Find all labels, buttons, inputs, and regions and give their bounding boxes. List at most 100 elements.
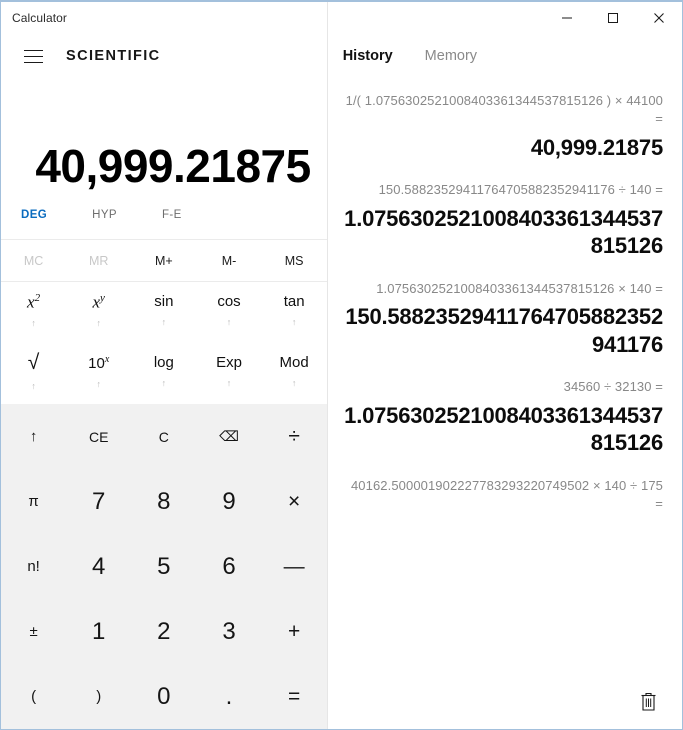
factorial-button[interactable]: n! [1,534,66,599]
function-button-label: Mod [279,354,309,371]
function-button-label: log [153,354,174,371]
arrow-up-icon: ↑ [291,317,297,327]
window-title: Calculator [12,11,68,25]
history-expression: 1/( 1.0756302521008403361344537815126 ) … [345,93,663,127]
function-button-label: Exp [216,354,242,371]
memory-button-mc: MC [23,253,44,268]
history-expression: 34560 ÷ 32130 = [563,379,663,395]
x-squared-button[interactable]: x2 ↑ [1,282,66,343]
history-item[interactable]: 40162.500001902227783293220749502 × 140 … [340,477,663,514]
x-power-y-button[interactable]: xy ↑ [66,282,131,343]
function-button-label: 10x [88,353,110,372]
pi-button[interactable]: π [1,469,66,534]
subtract-button[interactable]: — [262,534,327,599]
tab-memory[interactable]: Memory [423,45,479,67]
memory-button-m[interactable]: M- [196,240,261,281]
history-item[interactable]: 34560 ÷ 32130 = 1.07563025210084033613445… [340,378,663,456]
clear-entry-button[interactable]: CE [66,404,131,469]
digit-2-button[interactable]: 2 [131,599,196,664]
title-bar: Calculator [1,2,327,34]
history-item[interactable]: 1.0756302521008403361344537815126 × 140 … [340,280,663,358]
arrow-up-icon: ↑ [31,381,36,391]
maximize-icon[interactable] [590,2,636,34]
page-title: SCIENTIFIC [66,48,161,64]
arrow-up-icon: ↑ [291,378,297,388]
digit-8-button[interactable]: 8 [131,469,196,534]
memory-button-row: MC MR M+ M- MS [1,240,327,282]
history-result: 1.0756302521008403361344537815126 [344,205,663,259]
history-list: 1/( 1.0756302521008403361344537815126 ) … [328,78,682,729]
tan-button[interactable]: tan ↑ [262,282,327,343]
function-button-label: xy [92,291,105,312]
arrow-up-icon: ↑ [161,378,167,388]
history-expression: 40162.500001902227783293220749502 × 140 … [350,477,663,512]
digit-9-button[interactable]: 9 [196,469,261,534]
history-item[interactable]: 150.58823529411764705882352941176 ÷ 140 … [340,181,663,259]
function-button-label: sin [154,293,174,310]
log-button[interactable]: log ↑ [131,343,196,404]
function-button-label: cos [217,293,241,310]
equals-button[interactable]: = [262,664,327,729]
calculator-window: Calculator SCIENTIFIC 40,999.21875 DEG HY… [0,0,683,730]
function-button-label: tan [283,293,305,310]
trash-icon[interactable] [630,683,666,719]
hamburger-menu-icon[interactable] [13,39,53,73]
tab-history[interactable]: History [341,45,395,67]
history-expression: 1.0756302521008403361344537815126 × 140 … [376,280,663,296]
add-button[interactable]: + [262,599,327,664]
digit-6-button[interactable]: 6 [196,534,261,599]
mode-toggle-f-e[interactable]: F-E [156,205,188,225]
multiply-button[interactable]: × [262,469,327,534]
history-item[interactable]: 1/( 1.0756302521008403361344537815126 ) … [340,92,664,161]
digit-1-button[interactable]: 1 [66,599,131,664]
arrow-up-icon: ↑ [96,318,101,329]
memory-button-m[interactable]: M+ [131,240,196,281]
shift-up-button[interactable]: ↑ [1,404,66,469]
mode-toggle-hyp[interactable]: HYP [86,205,123,225]
mod-button[interactable]: Mod ↑ [262,343,327,404]
divide-button[interactable]: ÷ [262,404,327,469]
digit-5-button[interactable]: 5 [131,534,196,599]
decimal-point-button[interactable]: . [196,664,261,729]
arrow-up-icon: ↑ [31,318,36,329]
function-button-grid: x2 ↑ xy ↑ sin ↑ cos ↑ tan ↑ √ ↑ 10x ↑ log ↑ Exp ↑ Mod ↑ [1,282,327,404]
plus-minus-button[interactable]: ± [1,599,66,664]
digit-4-button[interactable]: 4 [66,534,131,599]
function-button-label: x2 [27,291,41,312]
keypad-grid: ↑ CE C ⌫ ÷ π 7 8 9 × n! 4 5 6— ±1 2 3 + () 0. = [1,404,327,729]
exp-button[interactable]: Exp ↑ [196,343,261,404]
arrow-up-icon: ↑ [161,317,167,327]
history-result: 150.58823529411764705882352941176 [345,304,663,357]
history-pane: History Memory 1/( 1.07563025210084033613… [327,2,682,729]
display-value: 40,999.21875 [35,139,311,192]
arrow-up-icon: ↑ [226,378,232,388]
digit-0-button[interactable]: 0 [131,664,196,729]
memory-button-ms[interactable]: MS [262,240,327,281]
open-paren-button[interactable]: ( [1,664,66,729]
history-result: 40,999.21875 [530,134,663,160]
digit-7-button[interactable]: 7 [66,469,131,534]
square-root-button[interactable]: √ ↑ [1,343,66,404]
cos-button[interactable]: cos ↑ [196,282,261,343]
close-paren-button[interactable]: ) [66,664,131,729]
close-icon[interactable] [636,2,682,34]
display-area: 40,999.21875 [1,78,327,190]
window-controls [328,2,682,34]
mode-toggle-row: DEG HYP F-E [1,190,327,240]
backspace-button[interactable]: ⌫ [196,404,261,469]
arrow-up-icon: ↑ [96,378,101,389]
sin-button[interactable]: sin ↑ [131,282,196,343]
minimize-icon[interactable] [544,2,590,34]
history-memory-tabs: History Memory [328,34,682,78]
clear-button[interactable]: C [131,404,196,469]
function-button-label: √ [27,351,40,374]
history-result: 1.0756302521008403361344537815126 [344,402,663,456]
mode-toggle-deg[interactable]: DEG [15,205,53,225]
arrow-up-icon: ↑ [226,317,232,327]
history-expression: 150.58823529411764705882352941176 ÷ 140 … [378,182,663,198]
calculator-pane: Calculator SCIENTIFIC 40,999.21875 DEG HY… [1,2,328,729]
ten-power-x-button[interactable]: 10x ↑ [66,343,131,404]
memory-button-mr: MR [88,253,109,268]
mode-header: SCIENTIFIC [1,34,327,78]
digit-3-button[interactable]: 3 [196,599,261,664]
